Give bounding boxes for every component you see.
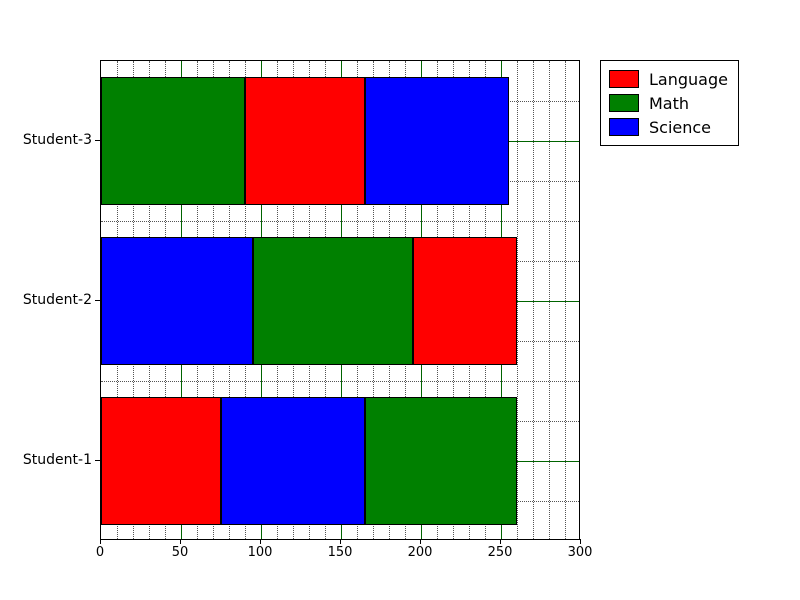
grid-minor-v [565,61,566,539]
bar-student1-science [221,397,365,525]
tick-mark [260,539,261,544]
bar-student3-science [365,77,509,205]
x-tick-label: 50 [172,545,189,560]
tick-mark [95,300,100,301]
bar-student3-language [245,77,365,205]
x-tick-label: 0 [96,545,104,560]
bar-student1-language [101,397,221,525]
tick-mark [100,539,101,544]
bar-student1-math [365,397,517,525]
y-tick-label: Student-2 [12,292,92,308]
bar-student2-language [413,237,517,365]
legend-swatch-icon [609,118,639,136]
tick-mark [95,140,100,141]
x-tick-label: 200 [408,545,433,560]
tick-mark [580,539,581,544]
legend-label: Science [649,118,711,137]
legend: Language Math Science [600,60,739,146]
tick-mark [500,539,501,544]
grid-minor-v [517,61,518,539]
legend-item-math: Math [609,91,728,115]
grid-minor-v [533,61,534,539]
x-tick-label: 100 [248,545,273,560]
legend-item-language: Language [609,67,728,91]
legend-swatch-icon [609,70,639,88]
tick-mark [180,539,181,544]
tick-mark [340,539,341,544]
bar-student2-math [253,237,413,365]
grid-minor-h [101,221,579,222]
legend-swatch-icon [609,94,639,112]
grid-minor-h [101,381,579,382]
legend-label: Math [649,94,689,113]
tick-mark [420,539,421,544]
x-tick-label: 300 [568,545,593,560]
legend-label: Language [649,70,728,89]
bar-student2-science [101,237,253,365]
y-tick-label: Student-1 [12,452,92,468]
chart-plot-area [100,60,580,540]
bar-student3-math [101,77,245,205]
legend-item-science: Science [609,115,728,139]
tick-mark [95,460,100,461]
x-tick-label: 150 [328,545,353,560]
y-tick-label: Student-3 [12,132,92,148]
grid-minor-v [549,61,550,539]
x-tick-label: 250 [488,545,513,560]
